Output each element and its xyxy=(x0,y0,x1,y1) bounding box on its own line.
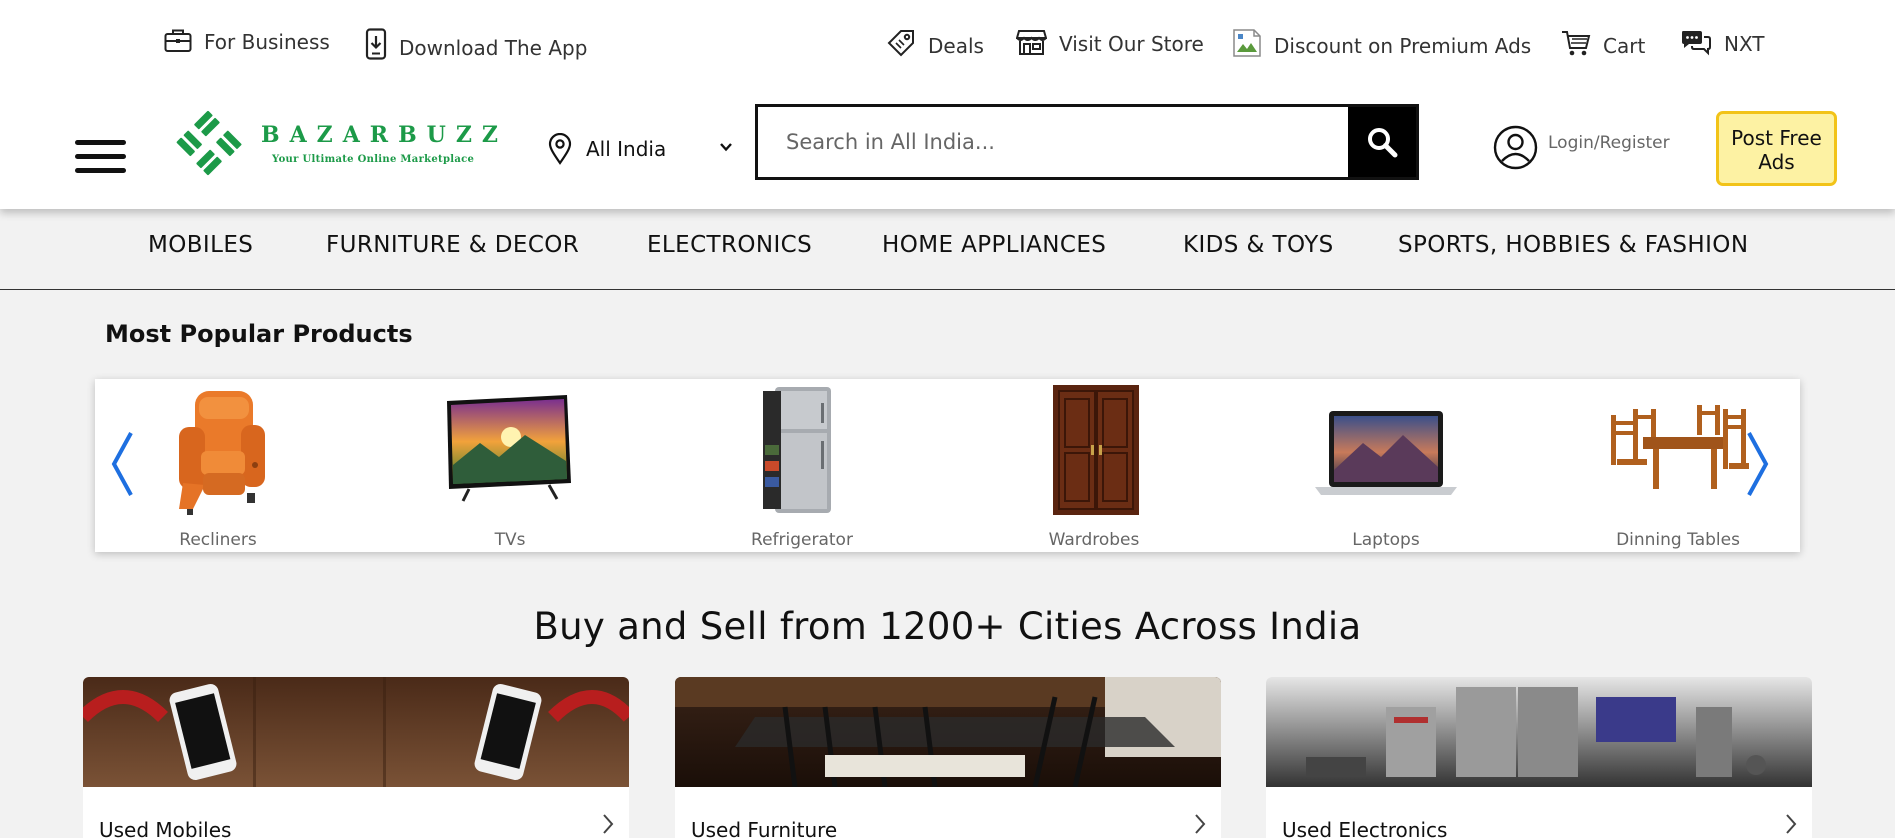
product-label: Refrigerator xyxy=(751,530,853,550)
laptop-image xyxy=(1315,411,1457,495)
category-kids-toys[interactable]: KIDS & TOYS xyxy=(1183,232,1334,258)
search-button[interactable] xyxy=(1348,107,1416,177)
chat-bubbles-icon xyxy=(1682,31,1711,56)
category-furniture-decor[interactable]: FURNITURE & DECOR xyxy=(326,232,579,258)
product-label: Wardrobes xyxy=(1048,530,1140,550)
category-sports-hobbies-fashion[interactable]: SPORTS, HOBBIES & FASHION xyxy=(1398,232,1748,258)
location-selector[interactable]: All India xyxy=(548,131,734,167)
refrigerator-image xyxy=(763,387,831,513)
used-electronics-card[interactable]: Used Electronics xyxy=(1266,677,1812,838)
menu-hamburger-icon[interactable] xyxy=(75,138,126,174)
used-furniture-image xyxy=(675,677,1221,787)
chevron-right-icon xyxy=(603,814,614,834)
recliner-image xyxy=(179,391,265,515)
search-input[interactable] xyxy=(758,107,1348,177)
used-mobiles-card[interactable]: Used Mobiles xyxy=(83,677,629,838)
tv-image xyxy=(447,395,571,502)
logo-mark-icon xyxy=(176,110,242,176)
visit-store-link[interactable]: Visit Our Store xyxy=(1016,28,1204,56)
phone-download-icon xyxy=(365,28,387,60)
category-home-appliances[interactable]: HOME APPLIANCES xyxy=(882,232,1106,258)
discount-ads-link[interactable]: Discount on Premium Ads xyxy=(1232,28,1531,58)
product-label: Laptops xyxy=(1352,530,1420,550)
store-icon xyxy=(1016,30,1047,55)
carousel-prev-arrow-icon[interactable] xyxy=(111,431,133,497)
login-register-link[interactable]: Login/Register xyxy=(1493,125,1670,170)
logo-wordmark: BAZARBUZZ xyxy=(261,122,508,148)
user-circle-icon xyxy=(1493,125,1538,170)
cart-link[interactable]: Cart xyxy=(1561,28,1645,58)
map-pin-icon xyxy=(548,133,572,165)
briefcase-icon xyxy=(164,29,192,52)
category-nav: MOBILES FURNITURE & DECOR ELECTRONICS HO… xyxy=(0,209,1895,290)
bazarbuzz-logo[interactable]: BAZARBUZZ Your Ultimate Online Marketpla… xyxy=(173,108,503,178)
product-label: TVs xyxy=(494,530,526,550)
card-label: Used Mobiles xyxy=(99,818,232,838)
product-wardrobes[interactable]: Wardrobes xyxy=(1019,379,1169,552)
product-laptops[interactable]: Laptops xyxy=(1311,379,1461,552)
location-value: All India xyxy=(586,137,667,161)
broken-image-icon xyxy=(1233,29,1261,57)
cities-heading: Buy and Sell from 1200+ Cities Across In… xyxy=(533,605,1362,648)
discount-ads-label: Discount on Premium Ads xyxy=(1274,34,1532,58)
post-free-ads-button[interactable]: Post Free Ads xyxy=(1716,111,1837,186)
download-app-label: Download The App xyxy=(399,36,588,60)
search-icon xyxy=(1368,128,1398,158)
product-tvs[interactable]: TVs xyxy=(435,379,585,552)
site-header: For Business Download The App Deals Visi… xyxy=(0,0,1895,209)
card-label: Used Furniture xyxy=(691,818,838,838)
product-dinning-tables[interactable]: Dinning Tables xyxy=(1603,379,1753,552)
popular-products-heading: Most Popular Products xyxy=(105,320,413,348)
product-label: Dinning Tables xyxy=(1616,530,1740,550)
category-mobiles[interactable]: MOBILES xyxy=(148,232,253,258)
search-bar xyxy=(755,104,1419,180)
cart-label: Cart xyxy=(1603,34,1646,58)
for-business-label: For Business xyxy=(204,30,330,54)
download-app-link[interactable]: Download The App xyxy=(365,28,587,60)
wardrobe-image xyxy=(1053,385,1139,515)
category-electronics[interactable]: ELECTRONICS xyxy=(647,232,812,258)
for-business-link[interactable]: For Business xyxy=(164,28,330,54)
logo-tagline: Your Ultimate Online Marketplace xyxy=(272,154,475,165)
chevron-right-icon xyxy=(1195,814,1206,834)
used-furniture-card[interactable]: Used Furniture xyxy=(675,677,1221,838)
chevron-down-icon xyxy=(720,143,732,152)
nxt-link[interactable]: NXT xyxy=(1680,28,1765,56)
visit-store-label: Visit Our Store xyxy=(1059,32,1204,56)
product-label: Recliners xyxy=(179,530,257,550)
nxt-label: NXT xyxy=(1724,32,1765,56)
used-electronics-image xyxy=(1266,677,1812,787)
product-recliners[interactable]: Recliners xyxy=(143,379,293,552)
product-refrigerator[interactable]: Refrigerator xyxy=(727,379,877,552)
cart-icon xyxy=(1562,31,1591,56)
popular-products-carousel: Recliners TVs Refrigerator Wardrobes Lap… xyxy=(95,379,1800,552)
tag-icon xyxy=(887,30,914,57)
login-register-label: Login/Register xyxy=(1548,132,1670,153)
deals-label: Deals xyxy=(928,34,984,58)
dining-table-image xyxy=(1611,405,1749,489)
chevron-right-icon xyxy=(1786,814,1797,834)
deals-link[interactable]: Deals xyxy=(886,28,984,58)
used-mobiles-image xyxy=(83,677,629,787)
card-label: Used Electronics xyxy=(1282,818,1448,838)
